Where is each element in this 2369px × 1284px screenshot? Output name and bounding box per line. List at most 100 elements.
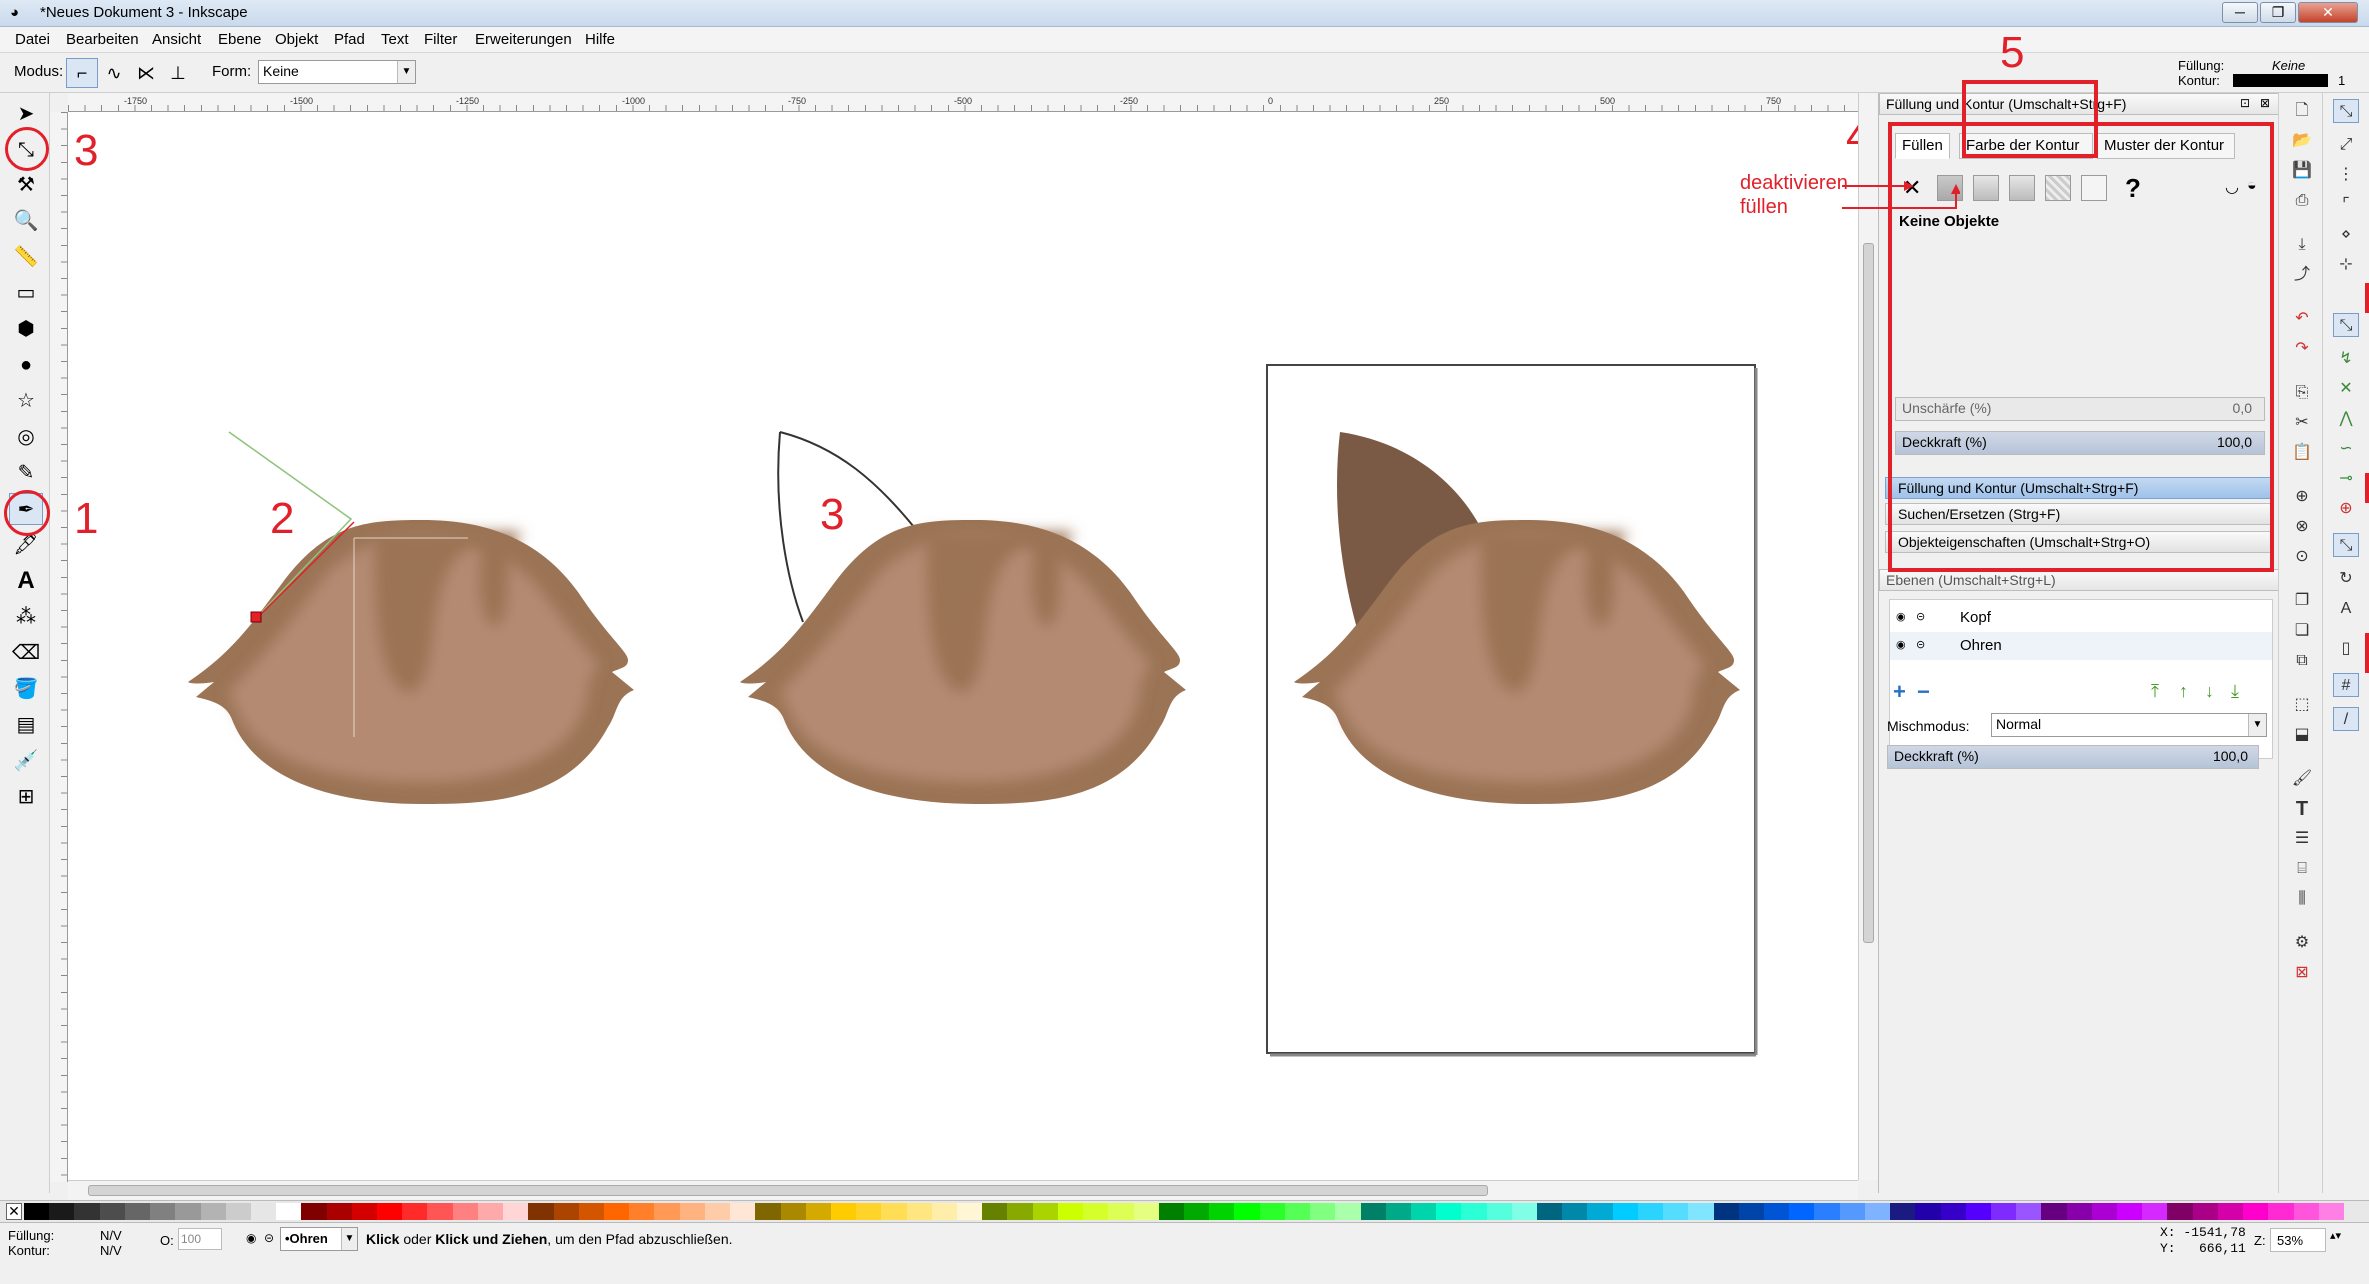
palette-swatch[interactable]: [351, 1203, 378, 1220]
palette-swatch[interactable]: [528, 1203, 555, 1220]
status-opacity-input[interactable]: [178, 1228, 222, 1250]
palette-swatch[interactable]: [730, 1203, 756, 1220]
blend-mode-select[interactable]: Normal ▼: [1991, 713, 2267, 737]
palette-swatch[interactable]: [150, 1203, 176, 1220]
palette-swatch[interactable]: [1864, 1203, 1891, 1220]
palette-swatch[interactable]: [1259, 1203, 1286, 1220]
bezier-node[interactable]: [250, 611, 262, 623]
zoom-tool-icon[interactable]: 🔍: [9, 205, 43, 237]
palette-swatch[interactable]: [74, 1203, 101, 1220]
layers-panel-header[interactable]: Ebenen (Umschalt+Strg+L): [1879, 569, 2279, 591]
layer-to-bottom-icon[interactable]: ⤓: [2231, 681, 2239, 702]
palette-swatch[interactable]: [1234, 1203, 1261, 1220]
menu-objekt[interactable]: Objekt: [275, 31, 318, 48]
snap-nodes-icon[interactable]: ⤡: [2333, 313, 2359, 337]
layer-to-top-icon[interactable]: ⤒: [2151, 681, 2159, 702]
palette-swatch[interactable]: [805, 1203, 832, 1220]
zoom-stepper-icon[interactable]: ▴▾: [2330, 1229, 2341, 1242]
minimize-button[interactable]: ─: [2222, 2, 2258, 23]
palette-swatch[interactable]: [2192, 1203, 2219, 1220]
palette-swatch[interactable]: [1083, 1203, 1109, 1220]
palette-swatch[interactable]: [225, 1203, 252, 1220]
snap-toggle-icon[interactable]: ⤡: [2333, 99, 2359, 123]
spiro-mode-icon[interactable]: ∿: [98, 58, 130, 88]
palette-swatch[interactable]: [679, 1203, 706, 1220]
status-layer-lock-icon[interactable]: ⊝: [264, 1231, 274, 1245]
palette-swatch[interactable]: [1032, 1203, 1059, 1220]
palette-swatch[interactable]: [1688, 1203, 1715, 1220]
snap-guide-icon[interactable]: /: [2333, 707, 2359, 731]
palette-swatch[interactable]: [881, 1203, 908, 1220]
style-indicator[interactable]: Füllung: Keine Kontur: 1: [2170, 57, 2360, 91]
palette-swatch[interactable]: [1915, 1203, 1941, 1220]
snap-grid-icon[interactable]: #: [2333, 673, 2359, 697]
zoom-selection-icon[interactable]: ⊕: [2289, 485, 2315, 509]
palette-swatch[interactable]: [2091, 1203, 2118, 1220]
palette-swatch[interactable]: [780, 1203, 807, 1220]
snap-smooth-icon[interactable]: ∽: [2333, 437, 2359, 461]
palette-swatch[interactable]: [755, 1203, 781, 1220]
layer-down-icon[interactable]: ↓: [2205, 681, 2214, 702]
layer-row-kopf[interactable]: ◉ ⊝ Kopf: [1890, 604, 2272, 632]
palette-swatch[interactable]: [1537, 1203, 1563, 1220]
clone-icon[interactable]: ❏: [2289, 619, 2315, 643]
snap-path-icon[interactable]: ↯: [2333, 347, 2359, 371]
palette-swatch[interactable]: [1209, 1203, 1235, 1220]
pencil-tool-icon[interactable]: ✎: [9, 457, 43, 489]
palette-swatch[interactable]: [1360, 1203, 1387, 1220]
palette-swatch[interactable]: [1562, 1203, 1588, 1220]
palette-swatch[interactable]: [49, 1203, 75, 1220]
palette-swatch[interactable]: [1108, 1203, 1135, 1220]
gradient-tool-icon[interactable]: ▤: [9, 709, 43, 741]
tweak-tool-icon[interactable]: ⚒: [9, 169, 43, 201]
palette-swatch[interactable]: [578, 1203, 605, 1220]
palette-swatch[interactable]: [124, 1203, 151, 1220]
snap-bbox-icon[interactable]: ⤢: [2333, 133, 2359, 157]
spiral-tool-icon[interactable]: ◎: [9, 421, 43, 453]
menu-erweiterungen[interactable]: Erweiterungen: [475, 31, 572, 48]
remove-layer-icon[interactable]: −: [1917, 679, 1930, 705]
palette-swatch[interactable]: [604, 1203, 630, 1220]
unlink-clone-icon[interactable]: ⧉: [2289, 649, 2315, 673]
palette-swatch[interactable]: [276, 1203, 302, 1220]
3d-box-tool-icon[interactable]: ⬢: [9, 313, 43, 345]
palette-swatch[interactable]: [2243, 1203, 2269, 1220]
close-button[interactable]: ✕: [2298, 2, 2358, 23]
palette-swatch[interactable]: [1284, 1203, 1311, 1220]
text-tool-icon[interactable]: A: [9, 565, 43, 597]
lock-icon[interactable]: ⊝: [1916, 610, 1925, 623]
horizontal-scrollbar[interactable]: [68, 1180, 1858, 1200]
palette-swatch[interactable]: [2318, 1203, 2345, 1220]
palette-swatch[interactable]: [1184, 1203, 1210, 1220]
measure-tool-icon[interactable]: 📏: [9, 241, 43, 273]
palette-swatch[interactable]: [1839, 1203, 1866, 1220]
preferences-icon[interactable]: ⚙: [2289, 931, 2315, 955]
export-icon[interactable]: ⤴: [2289, 263, 2315, 287]
palette-swatch[interactable]: [1940, 1203, 1967, 1220]
palette-swatch[interactable]: [1436, 1203, 1462, 1220]
align-dialog-icon[interactable]: ⫼: [2289, 887, 2315, 911]
palette-swatch[interactable]: [1335, 1203, 1361, 1220]
horizontal-scroll-thumb[interactable]: [88, 1185, 1488, 1196]
snap-bbox-edge-icon[interactable]: ⋮: [2333, 163, 2359, 187]
spray-tool-icon[interactable]: ⁂: [9, 601, 43, 633]
ellipse-tool-icon[interactable]: ●: [9, 349, 43, 381]
palette-swatch[interactable]: [704, 1203, 731, 1220]
bspline-mode-icon[interactable]: ⋉: [130, 58, 162, 88]
rectangle-tool-icon[interactable]: ▭: [9, 277, 43, 309]
palette-swatch[interactable]: [250, 1203, 277, 1220]
menu-hilfe[interactable]: Hilfe: [585, 31, 615, 48]
palette-swatch[interactable]: [1007, 1203, 1034, 1220]
cut-icon[interactable]: ✂: [2289, 411, 2315, 435]
duplicate-icon[interactable]: ❐: [2289, 589, 2315, 613]
lock-icon[interactable]: ⊝: [1916, 638, 1925, 651]
snap-bbox-midpoint-icon[interactable]: ⋄: [2333, 223, 2359, 247]
palette-swatch[interactable]: [1057, 1203, 1084, 1220]
group-icon[interactable]: ⬚: [2289, 693, 2315, 717]
palette-swatch[interactable]: [2167, 1203, 2194, 1220]
palette-swatch[interactable]: [1385, 1203, 1412, 1220]
palette-swatch[interactable]: [2293, 1203, 2320, 1220]
snap-bbox-center-icon[interactable]: ⊹: [2333, 253, 2359, 277]
palette-swatch[interactable]: [24, 1203, 50, 1220]
palette-swatch[interactable]: [1789, 1203, 1815, 1220]
